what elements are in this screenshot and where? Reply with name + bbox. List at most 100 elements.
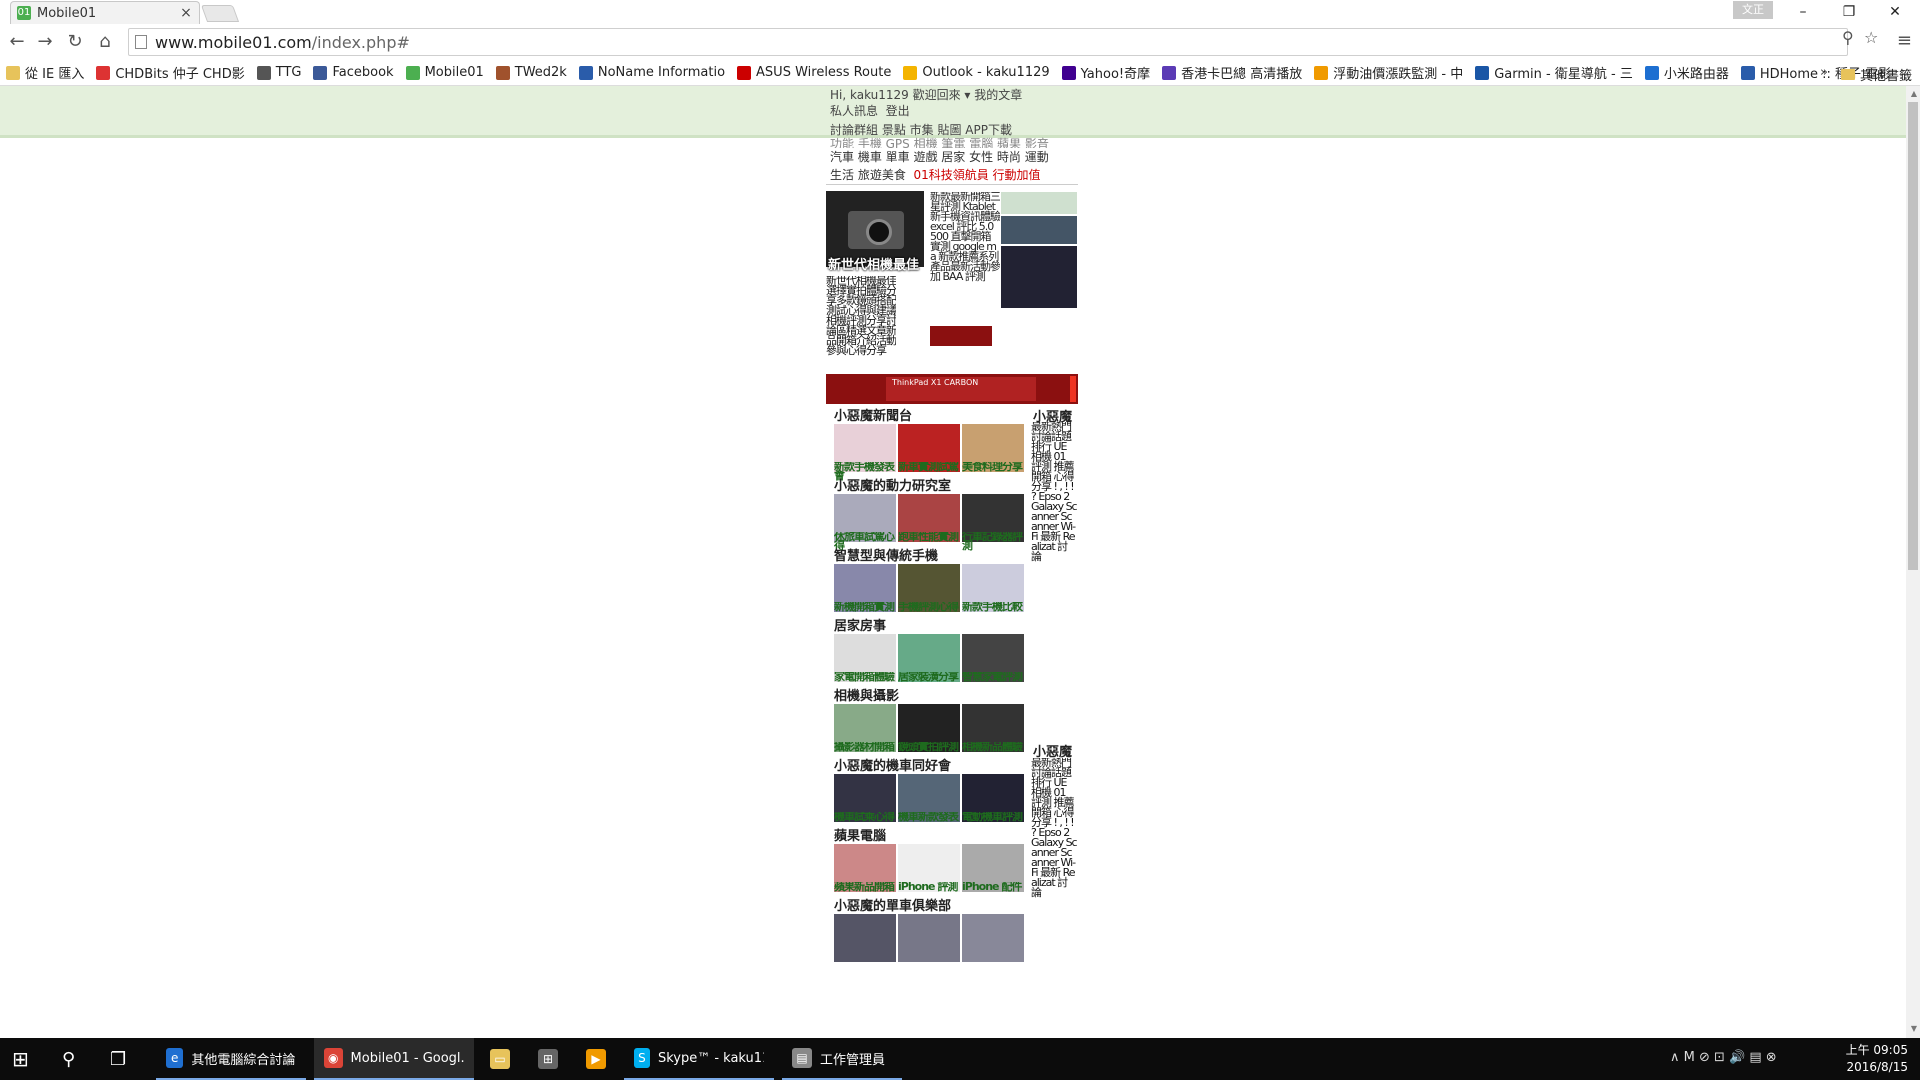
bookmark-label: ASUS Wireless Route	[756, 65, 892, 80]
bookmark-item[interactable]: 浮動油價漲跌監測 - 中	[1314, 63, 1463, 82]
section-title[interactable]: 小惡魔的動力研究室	[834, 480, 951, 494]
bookmark-item[interactable]: TWed2k	[495, 65, 567, 80]
back-arrow-icon[interactable]: ←	[4, 30, 30, 54]
taskbar-app-button[interactable]: ⊞	[528, 1038, 576, 1080]
vertical-scrollbar[interactable]: ▲ ▼	[1906, 86, 1920, 1038]
category-nav-row-2[interactable]: 汽車 機車 單車 遊戲 居家 女性 時尚 運動	[830, 148, 1049, 166]
section-title[interactable]: 居家房事	[834, 620, 886, 634]
page-viewport: Hi, kaku1129 歡迎回來 ▾ 我的文章 私人訊息 登出 討論群組 景點…	[0, 86, 1920, 1038]
section-caption[interactable]: 美食料理分享	[962, 462, 1024, 482]
bookmark-star-icon[interactable]: ☆	[1864, 28, 1878, 47]
taskbar-app-button[interactable]: ▭	[480, 1038, 528, 1080]
zoom-icon[interactable]: ⚲	[1842, 28, 1854, 47]
ad-tile-3[interactable]	[1001, 246, 1077, 308]
task-view-icon[interactable]: ❐	[110, 1038, 126, 1080]
feature-camera-image[interactable]	[826, 191, 924, 267]
section-caption[interactable]: 行車記錄器評測	[962, 532, 1024, 552]
section-caption[interactable]: 機車新款發表	[898, 812, 960, 832]
section-title[interactable]: 相機與攝影	[834, 690, 899, 704]
taskbar-app-button[interactable]: e 其他電腦綜合討論 ...	[156, 1038, 306, 1080]
url-text: www.mobile01.com/index.php#	[155, 32, 410, 52]
bookmark-label: Facebook	[332, 65, 394, 80]
section-title[interactable]: 小惡魔的機車同好會	[834, 760, 951, 774]
section-caption[interactable]	[962, 952, 1024, 972]
section-caption[interactable]: iPhone 配件	[962, 882, 1024, 902]
section-caption[interactable]: 相機新品體驗	[962, 742, 1024, 762]
start-icon[interactable]: ⊞	[12, 1038, 29, 1080]
bookmark-label: NoName Informatio	[597, 65, 726, 80]
taskbar-app-button[interactable]: ▤ 工作管理員	[782, 1038, 902, 1080]
scrollbar-thumb[interactable]	[1908, 102, 1918, 570]
bookmark-favicon-icon	[1162, 65, 1177, 80]
bookmark-item[interactable]: TTG	[256, 65, 301, 80]
ad-tile-2[interactable]	[1001, 216, 1077, 244]
special-nav-links[interactable]: 01科技領航員 行動加值	[913, 168, 1040, 182]
search-icon[interactable]: ⚲	[62, 1038, 75, 1080]
bookmark-item[interactable]: 小米路由器	[1644, 63, 1729, 82]
app-icon: S	[634, 1048, 650, 1068]
home-icon[interactable]: ⌂	[92, 30, 118, 54]
other-bookmarks-label: 其他書籤	[1859, 69, 1912, 84]
bookmark-item[interactable]: ASUS Wireless Route	[737, 65, 891, 80]
bookmark-item[interactable]: CHDBits 仲子 CHD影	[96, 63, 245, 82]
taskbar-app-label: 其他電腦綜合討論 ...	[191, 1052, 296, 1068]
scroll-up-arrow-icon[interactable]: ▲	[1911, 89, 1917, 98]
system-tray-icons[interactable]: ∧ M ⊘ ⊡ 🔊 ▤ ⊗	[1670, 1050, 1777, 1065]
forward-arrow-icon[interactable]: →	[32, 30, 58, 54]
nav-divider	[826, 184, 1078, 185]
bookmark-item[interactable]: Yahoo!奇摩	[1061, 63, 1150, 82]
section-caption[interactable]	[834, 952, 896, 972]
right-sidebar: 小惡魔 最新熱門討論話題排行 UE 相機 01 評測 推薦 開箱 心得 分享 !…	[1031, 406, 1077, 1036]
bookmark-item[interactable]: Mobile01	[405, 65, 484, 80]
new-tab-button[interactable]	[200, 5, 240, 22]
close-window-button[interactable]: ✕	[1872, 0, 1918, 24]
browser-tab-mobile01[interactable]: 01 Mobile01 ×	[10, 1, 200, 24]
bookmark-favicon-icon	[405, 65, 420, 80]
bookmark-item[interactable]: Outlook - kaku1129	[903, 65, 1050, 80]
profile-button[interactable]: 文正	[1733, 1, 1773, 19]
section-title[interactable]: 蘋果電腦	[834, 830, 886, 844]
reload-icon[interactable]: ↻	[62, 30, 88, 54]
bookmark-item[interactable]: Facebook	[313, 65, 394, 80]
bookmarks-bar: 從 IE 匯入 CHDBits 仲子 CHD影 TTG Facebook Mobile0…	[0, 60, 1920, 86]
category-nav-row-1[interactable]: 功能 手機 GPS 相機 筆電 電腦 蘋果 影音	[830, 136, 1076, 148]
small-ad[interactable]	[930, 326, 992, 346]
section-caption[interactable]: 電動機車評測	[962, 812, 1024, 832]
scroll-down-arrow-icon[interactable]: ▼	[1911, 1024, 1917, 1033]
section-title[interactable]: 小惡魔新聞台	[834, 410, 912, 424]
bookmark-item[interactable]: 從 IE 匯入	[6, 63, 84, 82]
section-title[interactable]: 智慧型與傳統手機	[834, 550, 938, 564]
taskbar-app-button[interactable]: S Skype™ - kaku112...	[624, 1038, 774, 1080]
bookmark-favicon-icon	[1314, 65, 1329, 80]
section-caption[interactable]	[898, 952, 960, 972]
category-nav-life-travel[interactable]: 生活 旅遊美食	[830, 168, 906, 182]
thinkpad-ad-banner[interactable]: ThinkPad X1 CARBON	[826, 374, 1078, 404]
bookmarks-overflow-icon[interactable]: »	[1820, 65, 1828, 80]
section-title[interactable]: 小惡魔的單車俱樂部	[834, 900, 951, 914]
minimize-button[interactable]: –	[1780, 0, 1826, 24]
ad-tile-1[interactable]	[1001, 192, 1077, 214]
user-greeting[interactable]: Hi, kaku1129 歡迎回來 ▾	[830, 88, 970, 102]
logout-link[interactable]: 登出	[886, 104, 910, 118]
user-greeting-line: Hi, kaku1129 歡迎回來 ▾ 我的文章	[830, 87, 1022, 104]
app-icon: ▤	[792, 1048, 812, 1068]
taskbar-app-button[interactable]: ▶	[576, 1038, 624, 1080]
section-caption[interactable]: 智慧家電評測	[962, 672, 1024, 692]
section-caption[interactable]: 居家裝潢分享	[898, 672, 960, 692]
private-message-link[interactable]: 私人訊息	[830, 104, 878, 118]
restore-button[interactable]: ❐	[1826, 0, 1872, 24]
section-caption[interactable]: 手機評測心得	[898, 602, 960, 622]
bookmark-item[interactable]: NoName Informatio	[578, 65, 726, 80]
other-bookmarks-folder[interactable]: 其他書籤	[1840, 65, 1912, 84]
browser-titlebar: 01 Mobile01 × 文正 – ❐ ✕	[0, 0, 1920, 24]
section-caption[interactable]: 新款手機比較	[962, 602, 1024, 622]
bookmark-item[interactable]: 香港卡巴總 高清播放	[1162, 63, 1302, 82]
taskbar-app-button[interactable]: ◉ Mobile01 - Googl...	[314, 1038, 474, 1080]
address-bar[interactable]: www.mobile01.com/index.php#	[128, 28, 1848, 56]
my-articles-link[interactable]: 我的文章	[974, 88, 1022, 102]
tab-close-icon[interactable]: ×	[179, 5, 193, 21]
bookmark-item[interactable]: Garmin - 衛星導航 - 三	[1475, 63, 1633, 82]
taskbar-clock[interactable]: 上午 09:05 2016/8/15	[1846, 1042, 1908, 1076]
feature-title[interactable]: 新世代相機最佳	[828, 258, 924, 274]
browser-menu-icon[interactable]: ≡	[1897, 30, 1912, 51]
